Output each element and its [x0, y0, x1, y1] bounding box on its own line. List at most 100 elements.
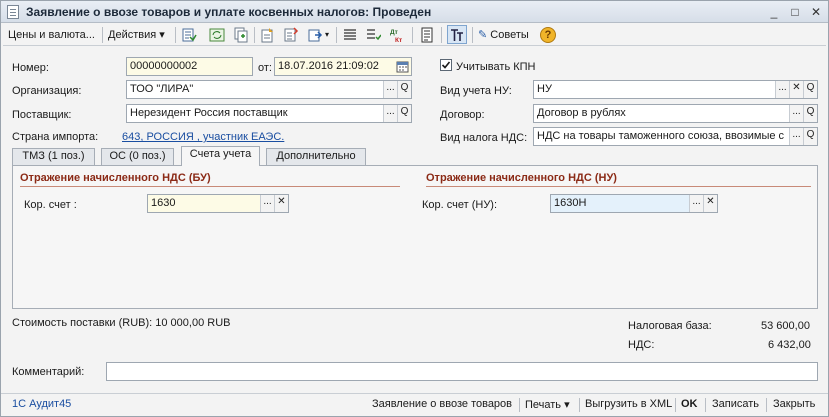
close-button[interactable]: Закрыть — [773, 398, 815, 410]
maximize-button[interactable]: □ — [787, 4, 803, 19]
country-link[interactable]: 643, РОССИЯ , участник ЕАЭС. — [122, 131, 284, 143]
goto-dropdown[interactable]: ▾ — [325, 26, 329, 44]
bu-account-clear-button[interactable]: ✕ — [274, 195, 288, 212]
clear-icon: ✕ — [792, 82, 801, 93]
contract-open-button[interactable]: Q — [803, 105, 817, 122]
help-icon[interactable]: ? — [540, 27, 556, 43]
chevron-down-icon: ▾ — [159, 29, 165, 41]
save-button[interactable]: Записать — [712, 398, 759, 410]
app-name-link[interactable]: 1С Аудит45 — [12, 398, 71, 410]
advice-button[interactable]: ✎ Советы — [478, 26, 529, 44]
supplier-open-button[interactable]: Q — [397, 105, 411, 122]
organization-open-button[interactable]: Q — [397, 81, 411, 98]
close-window-button[interactable]: ✕ — [808, 4, 824, 19]
organization-value: ТОО "ЛИРА" — [130, 83, 194, 95]
contract-field[interactable]: Договор в рублях ... Q — [533, 104, 818, 123]
nu-account-label: Кор. счет (НУ): — [422, 199, 498, 211]
clear-icon: ✕ — [706, 196, 715, 207]
nu-account-clear-button[interactable]: ✕ — [703, 195, 717, 212]
contract-value: Договор в рублях — [537, 107, 626, 119]
structure-icon[interactable] — [283, 27, 299, 43]
supplier-select-button[interactable]: ... — [383, 105, 397, 122]
accounts-tab-panel: Отражение начисленного НДС (БУ) Кор. сче… — [12, 165, 818, 309]
vat-type-field[interactable]: НДС на товары таможенного союза, ввозимы… — [533, 127, 818, 146]
refresh-icon[interactable] — [209, 27, 225, 43]
organization-select-button[interactable]: ... — [383, 81, 397, 98]
document-journal-icon[interactable] — [419, 27, 435, 43]
tax-base-label: Налоговая база: — [628, 320, 712, 332]
supplier-field[interactable]: Нерезидент Россия поставщик ... Q — [126, 104, 412, 123]
ok-button[interactable]: OK — [681, 398, 698, 410]
nu-type-clear-button[interactable]: ✕ — [789, 81, 803, 98]
magnifier-icon: Q — [806, 82, 815, 93]
date-label: от: — [258, 62, 272, 74]
copy-document-icon[interactable] — [233, 27, 249, 43]
nu-type-select-button[interactable]: ... — [775, 81, 789, 98]
bu-account-select-button[interactable]: ... — [260, 195, 274, 212]
declaration-print-button[interactable]: Заявление о ввозе товаров — [372, 398, 512, 410]
debit-credit-icon[interactable]: Дт Кт — [389, 27, 405, 43]
post-document-icon[interactable] — [181, 27, 197, 43]
goto-icon[interactable] — [307, 27, 323, 43]
nu-type-field[interactable]: НУ ... ✕ Q — [533, 80, 818, 99]
tax-accounting-toggle[interactable] — [447, 25, 467, 44]
tab-fixed-assets[interactable]: ОС (0 поз.) — [101, 148, 174, 165]
actions-menu-button[interactable]: Действия ▾ — [108, 26, 165, 44]
organization-label: Организация: — [12, 85, 82, 97]
number-field[interactable]: 00000000002 — [126, 57, 253, 76]
organization-field[interactable]: ТОО "ЛИРА" ... Q — [126, 80, 412, 99]
tab-additional[interactable]: Дополнительно — [266, 148, 366, 165]
calendar-icon[interactable] — [396, 60, 409, 73]
prices-currency-button[interactable]: Цены и валюта... — [8, 26, 95, 44]
nu-type-open-button[interactable]: Q — [803, 81, 817, 98]
chevron-down-icon: ▾ — [564, 399, 570, 411]
clear-icon: ✕ — [277, 196, 286, 207]
print-label: Печать — [525, 399, 562, 411]
export-xml-button[interactable]: Выгрузить в XML — [585, 398, 672, 410]
tab-accounts[interactable]: Счета учета — [181, 146, 260, 166]
toolbar-separator — [472, 27, 473, 43]
title-bar: Заявление о ввозе товаров и уплате косве… — [1, 1, 828, 23]
supplier-label: Поставщик: — [12, 109, 72, 121]
comment-field[interactable] — [106, 362, 818, 381]
advice-icon: ✎ — [478, 29, 488, 41]
nu-account-select-button[interactable]: ... — [689, 195, 703, 212]
subordinate-docs-icon[interactable] — [365, 27, 381, 43]
vat-amount-label: НДС: — [628, 339, 655, 351]
magnifier-icon: Q — [806, 106, 815, 117]
vat-type-open-button[interactable]: Q — [803, 128, 817, 145]
supply-cost-text: Стоимость поставки (RUB): 10 000,00 RUB — [12, 317, 231, 329]
tab-tmz[interactable]: ТМЗ (1 поз.) — [12, 148, 95, 165]
supplier-value: Нерезидент Россия поставщик — [130, 107, 288, 119]
date-field[interactable]: 18.07.2016 21:09:02 — [274, 57, 412, 76]
statusbar-separator — [675, 398, 676, 412]
document-icon — [7, 5, 19, 19]
svg-text:Кт: Кт — [395, 37, 402, 43]
country-label: Страна импорта: — [12, 131, 99, 143]
statusbar-separator — [519, 398, 520, 412]
toolbar-separator — [412, 27, 413, 43]
window-title: Заявление о ввозе товаров и уплате косве… — [26, 5, 432, 19]
bu-account-label: Кор. счет : — [24, 199, 77, 211]
list-icon[interactable] — [342, 27, 358, 43]
nu-account-field[interactable]: 1630Н ... ✕ — [550, 194, 718, 213]
svg-text:Дт: Дт — [390, 29, 398, 36]
based-on-icon[interactable] — [260, 27, 276, 43]
kpn-checkbox[interactable] — [440, 59, 452, 71]
magnifier-icon: Q — [400, 106, 409, 117]
print-menu-button[interactable]: Печать ▾ — [525, 398, 570, 411]
vat-type-label: Вид налога НДС: — [440, 132, 528, 144]
vat-type-select-button[interactable]: ... — [789, 128, 803, 145]
statusbar-separator — [579, 398, 580, 412]
date-value: 18.07.2016 21:09:02 — [278, 60, 379, 72]
tax-accounting-icon — [451, 29, 463, 41]
bu-account-field[interactable]: 1630 ... ✕ — [147, 194, 289, 213]
toolbar-separator — [254, 27, 255, 43]
vat-type-value: НДС на товары таможенного союза, ввозимы… — [537, 130, 785, 142]
nu-section-title: Отражение начисленного НДС (НУ) — [426, 172, 617, 184]
contract-select-button[interactable]: ... — [789, 105, 803, 122]
advice-label: Советы — [490, 29, 529, 41]
status-bar: 1С Аудит45 Заявление о ввозе товаров Печ… — [1, 393, 828, 416]
bu-section-underline — [20, 186, 400, 187]
minimize-button[interactable]: _ — [766, 4, 782, 19]
